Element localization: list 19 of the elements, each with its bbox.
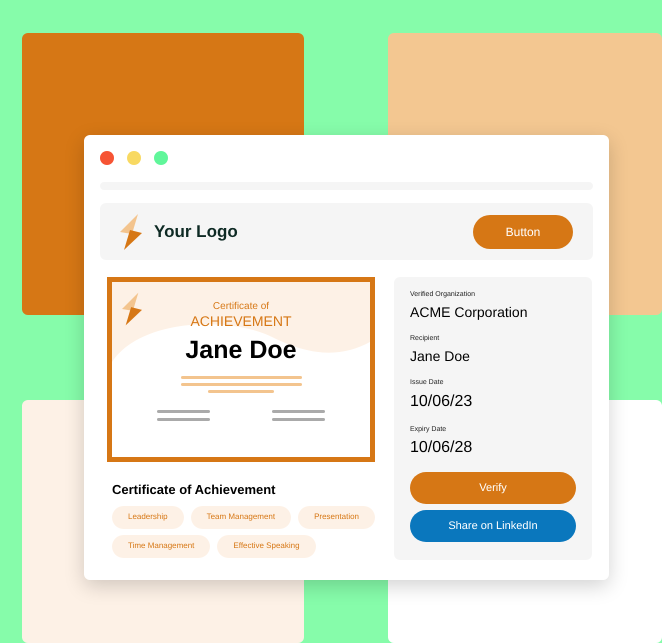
skill-tag: Time Management: [112, 534, 210, 558]
certificate-subtitle: Certificate of: [212, 302, 270, 312]
lightning-bolt-icon: [120, 214, 142, 250]
logo-text: Your Logo: [154, 220, 238, 243]
action-button[interactable]: Share on LinkedIn: [410, 510, 576, 542]
detail-value: 10/06/23: [410, 392, 474, 412]
recipient-name: Jane Doe: [185, 338, 297, 363]
detail-value: 10/06/28: [410, 438, 474, 458]
skill-tag: Presentation: [298, 506, 375, 528]
skill-tag: Leadership: [112, 506, 184, 528]
certificate-title: ACHIEVEMENT: [190, 314, 292, 328]
course-title: Certificate of Achievement: [112, 481, 277, 499]
header-button[interactable]: Button: [473, 214, 573, 248]
action-button[interactable]: Verify: [410, 472, 576, 504]
lightning-bolt-icon: [122, 292, 142, 326]
skill-tag: Effective Speaking: [217, 534, 316, 558]
skill-tag: Team Management: [190, 506, 292, 528]
detail-value: Jane Doe: [410, 348, 471, 365]
detail-value: ACME Corporation: [410, 304, 528, 321]
